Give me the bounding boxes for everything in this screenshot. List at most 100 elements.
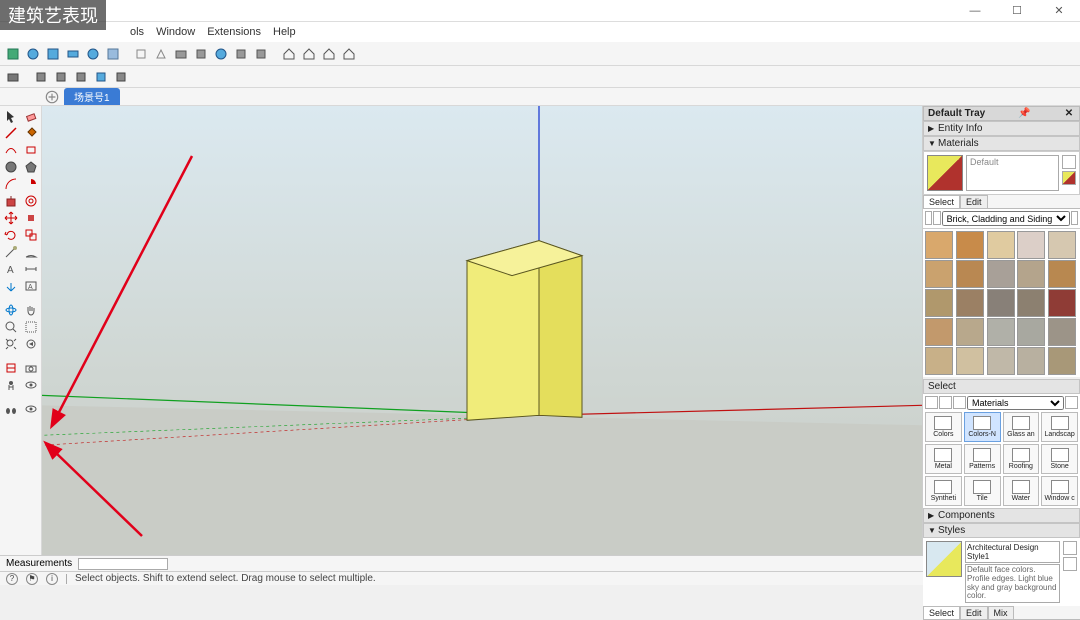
components-library-select[interactable]: Materials: [967, 396, 1064, 410]
component-category[interactable]: Landscap: [1041, 412, 1078, 442]
position-camera-icon[interactable]: [2, 377, 20, 393]
orbit-tool-icon[interactable]: [2, 302, 20, 318]
rect-tool-icon[interactable]: [22, 142, 40, 158]
tool-icon[interactable]: [32, 68, 50, 86]
pushpull-tool-icon[interactable]: [2, 193, 20, 209]
material-swatch[interactable]: [956, 318, 984, 346]
section-tool-icon[interactable]: [2, 360, 20, 376]
tray-close-icon[interactable]: ✕: [1063, 108, 1075, 119]
styles-tab-select[interactable]: Select: [923, 606, 960, 619]
materials-tab-select[interactable]: Select: [923, 195, 960, 208]
tool-icon[interactable]: [104, 45, 122, 63]
material-swatch[interactable]: [987, 260, 1015, 288]
line-tool-icon[interactable]: [2, 125, 20, 141]
tool-icon[interactable]: [132, 45, 150, 63]
home-icon[interactable]: [280, 45, 298, 63]
tool-icon[interactable]: [72, 68, 90, 86]
home-icon[interactable]: [320, 45, 338, 63]
walk-tool-icon[interactable]: [2, 401, 20, 417]
entity-info-header[interactable]: ▶Entity Info: [923, 121, 1080, 136]
freehand-tool-icon[interactable]: [2, 142, 20, 158]
menu-extensions[interactable]: Extensions: [207, 26, 261, 38]
material-swatch[interactable]: [956, 347, 984, 375]
add-scene-button[interactable]: [44, 89, 60, 105]
home-icon[interactable]: [933, 211, 940, 225]
zoomextents-tool-icon[interactable]: [2, 336, 20, 352]
back-icon[interactable]: [925, 211, 932, 225]
home-icon[interactable]: [300, 45, 318, 63]
material-swatch[interactable]: [956, 231, 984, 259]
close-button[interactable]: ✕: [1038, 0, 1080, 22]
tool-icon[interactable]: [84, 45, 102, 63]
style-desc-field[interactable]: Default face colors. Profile edges. Ligh…: [965, 564, 1060, 603]
component-category[interactable]: Window c: [1041, 476, 1078, 506]
tool-icon[interactable]: [172, 45, 190, 63]
styles-header[interactable]: ▼Styles: [923, 523, 1080, 538]
material-swatch[interactable]: [987, 289, 1015, 317]
style-thumbnail[interactable]: [926, 541, 962, 577]
eraser-tool-icon[interactable]: [22, 108, 40, 124]
minimize-button[interactable]: —: [954, 0, 996, 22]
zoomwindow-tool-icon[interactable]: [22, 319, 40, 335]
menu-icon[interactable]: [1071, 211, 1078, 225]
materials-library-select[interactable]: Brick, Cladding and Siding: [942, 211, 1070, 226]
material-swatch[interactable]: [987, 231, 1015, 259]
default-material-icon[interactable]: [1062, 171, 1076, 185]
previous-tool-icon[interactable]: [22, 336, 40, 352]
move-tool-icon[interactable]: [2, 210, 20, 226]
tool-icon[interactable]: [232, 45, 250, 63]
material-swatch[interactable]: [1017, 260, 1045, 288]
pan-tool-icon[interactable]: [22, 302, 40, 318]
component-category[interactable]: Colors-N: [964, 412, 1001, 442]
menu-icon[interactable]: [1065, 396, 1078, 409]
component-category[interactable]: Metal: [925, 444, 962, 474]
home-icon[interactable]: [953, 396, 966, 409]
maximize-button[interactable]: ☐: [996, 0, 1038, 22]
create-material-icon[interactable]: [1062, 155, 1076, 169]
materials-header[interactable]: ▼Materials: [923, 136, 1080, 151]
tray-pin-icon[interactable]: 📌: [1018, 108, 1030, 119]
material-swatch[interactable]: [1048, 347, 1076, 375]
menu-window[interactable]: Window: [156, 26, 195, 38]
tape-tool-icon[interactable]: [2, 244, 20, 260]
component-category[interactable]: Stone: [1041, 444, 1078, 474]
tool-icon[interactable]: [4, 45, 22, 63]
zoom-tool-icon[interactable]: [2, 319, 20, 335]
look-around-icon[interactable]: [22, 377, 40, 393]
geo-icon[interactable]: ⚑: [26, 573, 38, 585]
material-swatch[interactable]: [925, 260, 953, 288]
tool-icon[interactable]: [152, 45, 170, 63]
tool-icon[interactable]: [4, 68, 22, 86]
followme-tool-icon[interactable]: [22, 210, 40, 226]
material-swatch[interactable]: [1048, 260, 1076, 288]
measurements-input[interactable]: [78, 558, 168, 570]
menu-tools[interactable]: ols: [130, 26, 144, 38]
tool-icon[interactable]: [252, 45, 270, 63]
component-category[interactable]: Glass an: [1003, 412, 1040, 442]
style-name-field[interactable]: Architectural Design Style1: [965, 541, 1060, 563]
back-icon[interactable]: [925, 396, 938, 409]
tool-icon[interactable]: [24, 45, 42, 63]
component-category[interactable]: Tile: [964, 476, 1001, 506]
style-new-icon[interactable]: [1063, 557, 1077, 571]
select-tool-icon[interactable]: [2, 108, 20, 124]
style-update-icon[interactable]: [1063, 541, 1077, 555]
arc-tool-icon[interactable]: [2, 176, 20, 192]
materials-tab-edit[interactable]: Edit: [960, 195, 988, 208]
material-swatch[interactable]: [1017, 231, 1045, 259]
axes-tool-icon[interactable]: [2, 278, 20, 294]
scale-tool-icon[interactable]: [22, 227, 40, 243]
material-swatch[interactable]: [1048, 318, 1076, 346]
material-swatch[interactable]: [1048, 231, 1076, 259]
material-swatch[interactable]: [1017, 318, 1045, 346]
offset-tool-icon[interactable]: [22, 193, 40, 209]
paintbucket-tool-icon[interactable]: [22, 125, 40, 141]
home-icon[interactable]: [340, 45, 358, 63]
current-material-swatch[interactable]: [927, 155, 963, 191]
polygon-tool-icon[interactable]: [22, 159, 40, 175]
component-category[interactable]: Roofing: [1003, 444, 1040, 474]
scene-tab[interactable]: 场景号1: [64, 88, 120, 105]
tool-icon[interactable]: [112, 68, 130, 86]
pie-tool-icon[interactable]: [22, 176, 40, 192]
styles-tab-edit[interactable]: Edit: [960, 606, 988, 619]
